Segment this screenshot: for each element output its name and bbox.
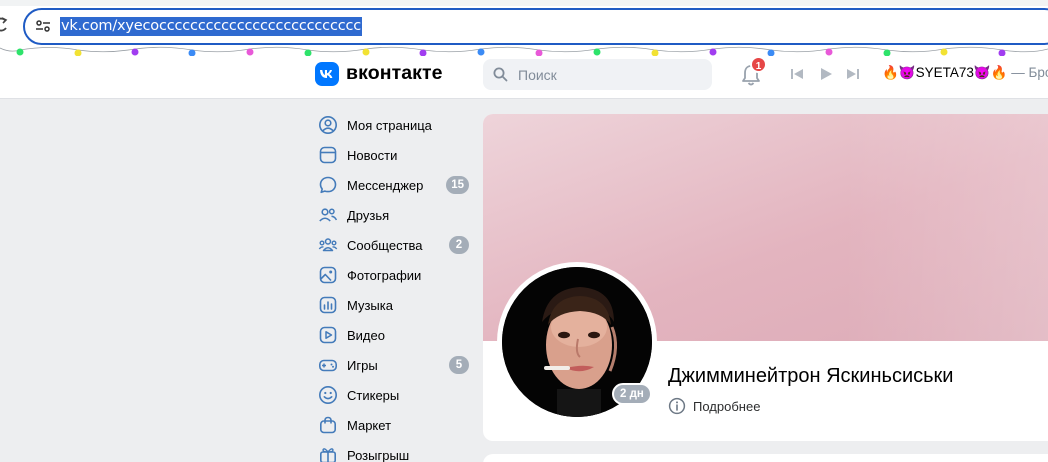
user-circle-icon	[318, 115, 338, 135]
unread-count-badge: 15	[446, 176, 469, 194]
left-menu: Моя страница Новости Мессенджер 15 Друзь…	[312, 110, 472, 462]
menu-item-label: Музыка	[347, 297, 393, 313]
vk-logo-text[interactable]: вконтакте	[346, 62, 443, 85]
last-seen-badge: 2 дн	[612, 383, 652, 405]
next-track-icon[interactable]	[845, 66, 861, 82]
menu-item-messenger[interactable]: Мессенджер 15	[312, 170, 472, 200]
menu-item-label: Мессенджер	[347, 177, 424, 193]
menu-item-giveaway[interactable]: Розыгрыш	[312, 440, 472, 462]
menu-item-games[interactable]: Игры 5	[312, 350, 472, 380]
communities-icon	[318, 235, 338, 255]
previous-track-icon[interactable]	[789, 66, 805, 82]
address-bar[interactable]: vk.com/xyecocccccccccccccccccccccccccc	[23, 8, 1048, 45]
menu-item-video[interactable]: Видео	[312, 320, 472, 350]
tab-strip	[0, 0, 1048, 6]
menu-item-market[interactable]: Маркет	[312, 410, 472, 440]
menu-item-label: Игры	[347, 357, 378, 373]
search-placeholder: Поиск	[518, 67, 557, 83]
menu-item-label: Розыгрыш	[347, 447, 410, 462]
profile-name: Джимминейтрон Яскиньсиськи	[668, 365, 954, 387]
market-bag-icon	[318, 415, 338, 435]
menu-item-photos[interactable]: Фотографии	[312, 260, 472, 290]
notifications-badge: 1	[750, 56, 767, 73]
communities-count-badge: 2	[449, 236, 469, 254]
now-playing-artist: SYETA73	[915, 65, 974, 80]
vk-header: вконтакте Поиск 1 🔥👿SYETA73👿🔥 — Бро	[0, 56, 1048, 99]
menu-item-music[interactable]: Музыка	[312, 290, 472, 320]
url-text[interactable]: vk.com/xyecocccccccccccccccccccccccccc	[60, 17, 363, 36]
menu-item-label: Друзья	[347, 207, 390, 223]
friends-icon	[318, 205, 338, 225]
menu-item-label: Фотографии	[347, 267, 422, 283]
next-card	[483, 454, 1048, 462]
menu-item-label: Маркет	[347, 417, 392, 433]
now-playing-suffix: 👿🔥	[973, 65, 1008, 80]
photo-icon	[318, 265, 338, 285]
details-label: Подробнее	[693, 398, 761, 414]
search-input[interactable]: Поиск	[483, 59, 712, 90]
menu-item-label: Стикеры	[347, 387, 400, 403]
message-icon	[318, 175, 338, 195]
menu-item-label: Сообщества	[347, 237, 423, 253]
vk-logo-icon[interactable]	[315, 62, 339, 86]
menu-item-my-page[interactable]: Моя страница	[312, 110, 472, 140]
menu-item-stickers[interactable]: Стикеры	[312, 380, 472, 410]
details-link[interactable]: Подробнее	[668, 397, 760, 415]
site-settings-icon[interactable]	[35, 18, 51, 34]
gift-icon	[318, 445, 338, 462]
menu-item-communities[interactable]: Сообщества 2	[312, 230, 472, 260]
smile-icon	[318, 385, 338, 405]
play-icon[interactable]	[818, 66, 834, 82]
now-playing-prefix: 🔥👿	[882, 65, 916, 80]
news-icon	[318, 145, 338, 165]
search-icon	[493, 67, 508, 82]
reload-icon[interactable]	[0, 16, 8, 34]
menu-item-label: Новости	[347, 147, 398, 163]
menu-item-friends[interactable]: Друзья	[312, 200, 472, 230]
menu-item-label: Видео	[347, 327, 385, 343]
games-count-badge: 5	[449, 356, 469, 374]
menu-item-news[interactable]: Новости	[312, 140, 472, 170]
now-playing-title: — Бро	[1007, 65, 1048, 80]
info-circle-icon	[668, 397, 686, 415]
music-icon	[318, 295, 338, 315]
video-icon	[318, 325, 338, 345]
gamepad-icon	[318, 355, 338, 375]
menu-item-label: Моя страница	[347, 117, 432, 133]
now-playing-track[interactable]: 🔥👿SYETA73👿🔥 — Бро	[882, 65, 1048, 81]
